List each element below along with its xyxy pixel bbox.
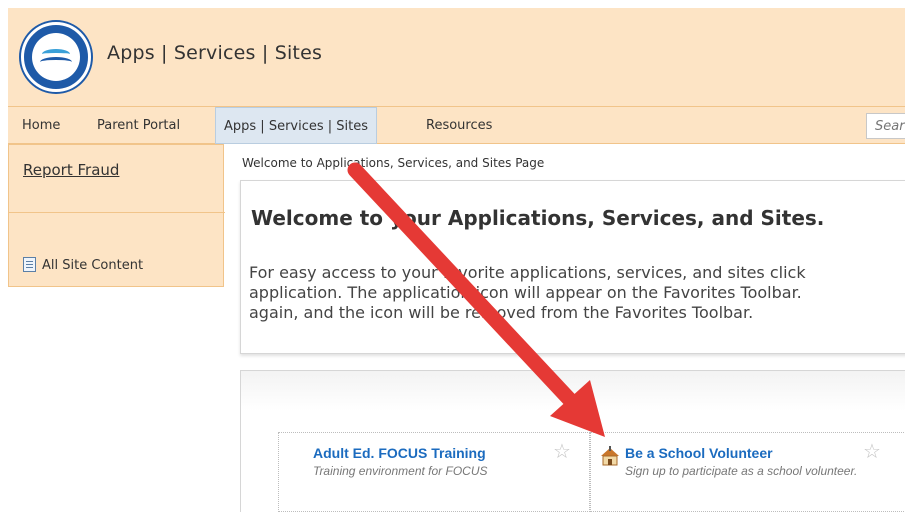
top-strip: [0, 0, 905, 8]
site-title[interactable]: Apps | Services | Sites: [107, 42, 322, 64]
nav-item-apps-services-sites[interactable]: Apps | Services | Sites: [215, 107, 378, 144]
nav-item-resources[interactable]: Resources: [426, 107, 492, 144]
site-header: Apps | Services | Sites: [8, 8, 905, 106]
sidebar-divider: [9, 212, 225, 213]
app-description: Sign up to participate as a school volun…: [625, 464, 858, 478]
school-house-icon: [601, 446, 619, 466]
app-title[interactable]: Be a School Volunteer: [625, 445, 773, 461]
quick-launch-sidebar: Report Fraud All Site Content: [8, 144, 225, 287]
top-navigation: Home Parent Portal Apps | Services | Sit…: [8, 106, 905, 144]
all-site-content-link[interactable]: All Site Content: [23, 257, 143, 273]
logo-wave: [40, 57, 72, 67]
page-breadcrumb: Welcome to Applications, Services, and S…: [242, 156, 545, 170]
welcome-line: For easy access to your favorite applica…: [249, 263, 806, 282]
app-card-school-volunteer[interactable]: Be a School Volunteer Sign up to partici…: [590, 432, 905, 512]
search-input[interactable]: [866, 113, 905, 139]
welcome-line: again, and the icon will be removed from…: [249, 303, 754, 322]
app-description: Training environment for FOCUS: [313, 464, 488, 478]
welcome-line: application. The application icon will a…: [249, 283, 802, 302]
app-title[interactable]: Adult Ed. FOCUS Training: [313, 445, 486, 461]
welcome-title: Welcome to your Applications, Services, …: [251, 206, 825, 230]
app-card-adult-ed-focus[interactable]: Adult Ed. FOCUS Training Training enviro…: [278, 432, 590, 512]
district-logo[interactable]: [21, 22, 91, 92]
welcome-text: For easy access to your favorite applica…: [249, 263, 905, 323]
report-fraud-link[interactable]: Report Fraud: [23, 161, 119, 179]
welcome-panel: Welcome to your Applications, Services, …: [240, 180, 905, 354]
favorite-star-icon[interactable]: ☆: [553, 439, 571, 463]
nav-item-home[interactable]: Home: [22, 107, 60, 144]
document-icon: [23, 257, 36, 272]
nav-item-parent-portal[interactable]: Parent Portal: [97, 107, 180, 144]
favorite-star-icon[interactable]: ☆: [863, 439, 881, 463]
logo-inner: [32, 33, 80, 81]
all-site-content-label: All Site Content: [42, 258, 144, 273]
